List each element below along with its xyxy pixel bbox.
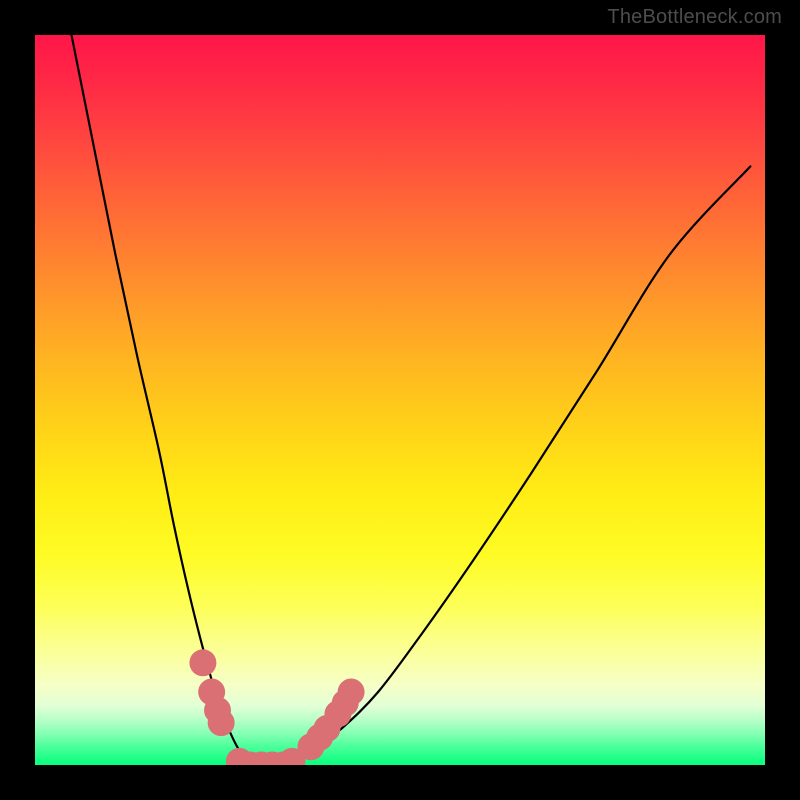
data-markers: [189, 649, 364, 765]
chart-svg: [35, 35, 765, 765]
watermark-text: TheBottleneck.com: [607, 6, 782, 29]
data-marker: [189, 649, 216, 676]
data-marker: [208, 709, 235, 736]
plot-area: [35, 35, 765, 765]
chart-frame: TheBottleneck.com: [0, 0, 800, 800]
bottleneck-curve: [72, 35, 751, 765]
data-marker: [338, 679, 365, 706]
